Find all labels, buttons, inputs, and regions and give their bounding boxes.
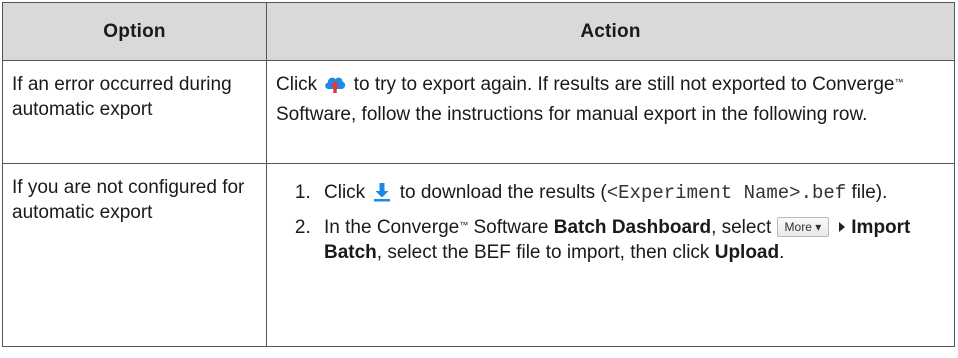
step-1: Click to download the results (<Experime…	[316, 180, 945, 210]
option-cell: If an error occurred during automatic ex…	[2, 60, 267, 164]
batch-dashboard-label: Batch Dashboard	[553, 217, 712, 238]
table-row: If an error occurred during automatic ex…	[2, 60, 955, 164]
download-icon[interactable]	[371, 181, 393, 210]
action-text-1: to try to export again. If results are s…	[353, 74, 895, 95]
cloud-upload-icon[interactable]	[323, 73, 347, 102]
header-option: Option	[2, 2, 267, 61]
action-text: Click to try to export again. If results…	[267, 61, 954, 137]
file-name: <Experiment Name>.bef	[606, 182, 847, 204]
step-2-text-c: , select	[711, 217, 772, 238]
action-cell: Click to try to export again. If results…	[266, 60, 955, 164]
step-2-text: In the Converge	[324, 217, 460, 238]
trademark: ™	[459, 220, 469, 230]
trademark: ™	[894, 77, 904, 87]
step-2: In the Converge™ Software Batch Dashboar…	[316, 215, 945, 265]
play-arrow-icon	[839, 222, 846, 232]
more-button-label: More	[784, 220, 812, 234]
action-text-2: Software, follow the instructions for ma…	[276, 104, 868, 125]
option-text: If an error occurred during automatic ex…	[12, 74, 232, 120]
header-row: Option Action	[2, 2, 955, 61]
action-cell: Click to download the results (<Experime…	[266, 163, 955, 347]
step-2-text-b: Software	[468, 217, 554, 238]
click-word: Click	[324, 182, 366, 203]
step-2-text-e: .	[779, 242, 785, 263]
table-row: If you are not configured for automatic …	[2, 163, 955, 347]
header-action: Action	[266, 2, 955, 61]
click-word: Click	[276, 74, 318, 95]
more-button[interactable]: More ▾	[776, 217, 830, 237]
steps-list: Click to download the results (<Experime…	[276, 180, 945, 265]
chevron-down-icon: ▾	[815, 220, 822, 234]
step-1-text-end: file).	[846, 182, 888, 203]
step-1-text: to download the results (	[399, 182, 607, 203]
option-cell: If you are not configured for automatic …	[2, 163, 267, 347]
option-text: If you are not configured for automatic …	[12, 177, 245, 223]
upload-label: Upload	[714, 242, 780, 263]
step-2-text-d: , select the BEF file to import, then cl…	[376, 242, 715, 263]
options-table: Option Action If an error occurred durin…	[2, 2, 955, 347]
